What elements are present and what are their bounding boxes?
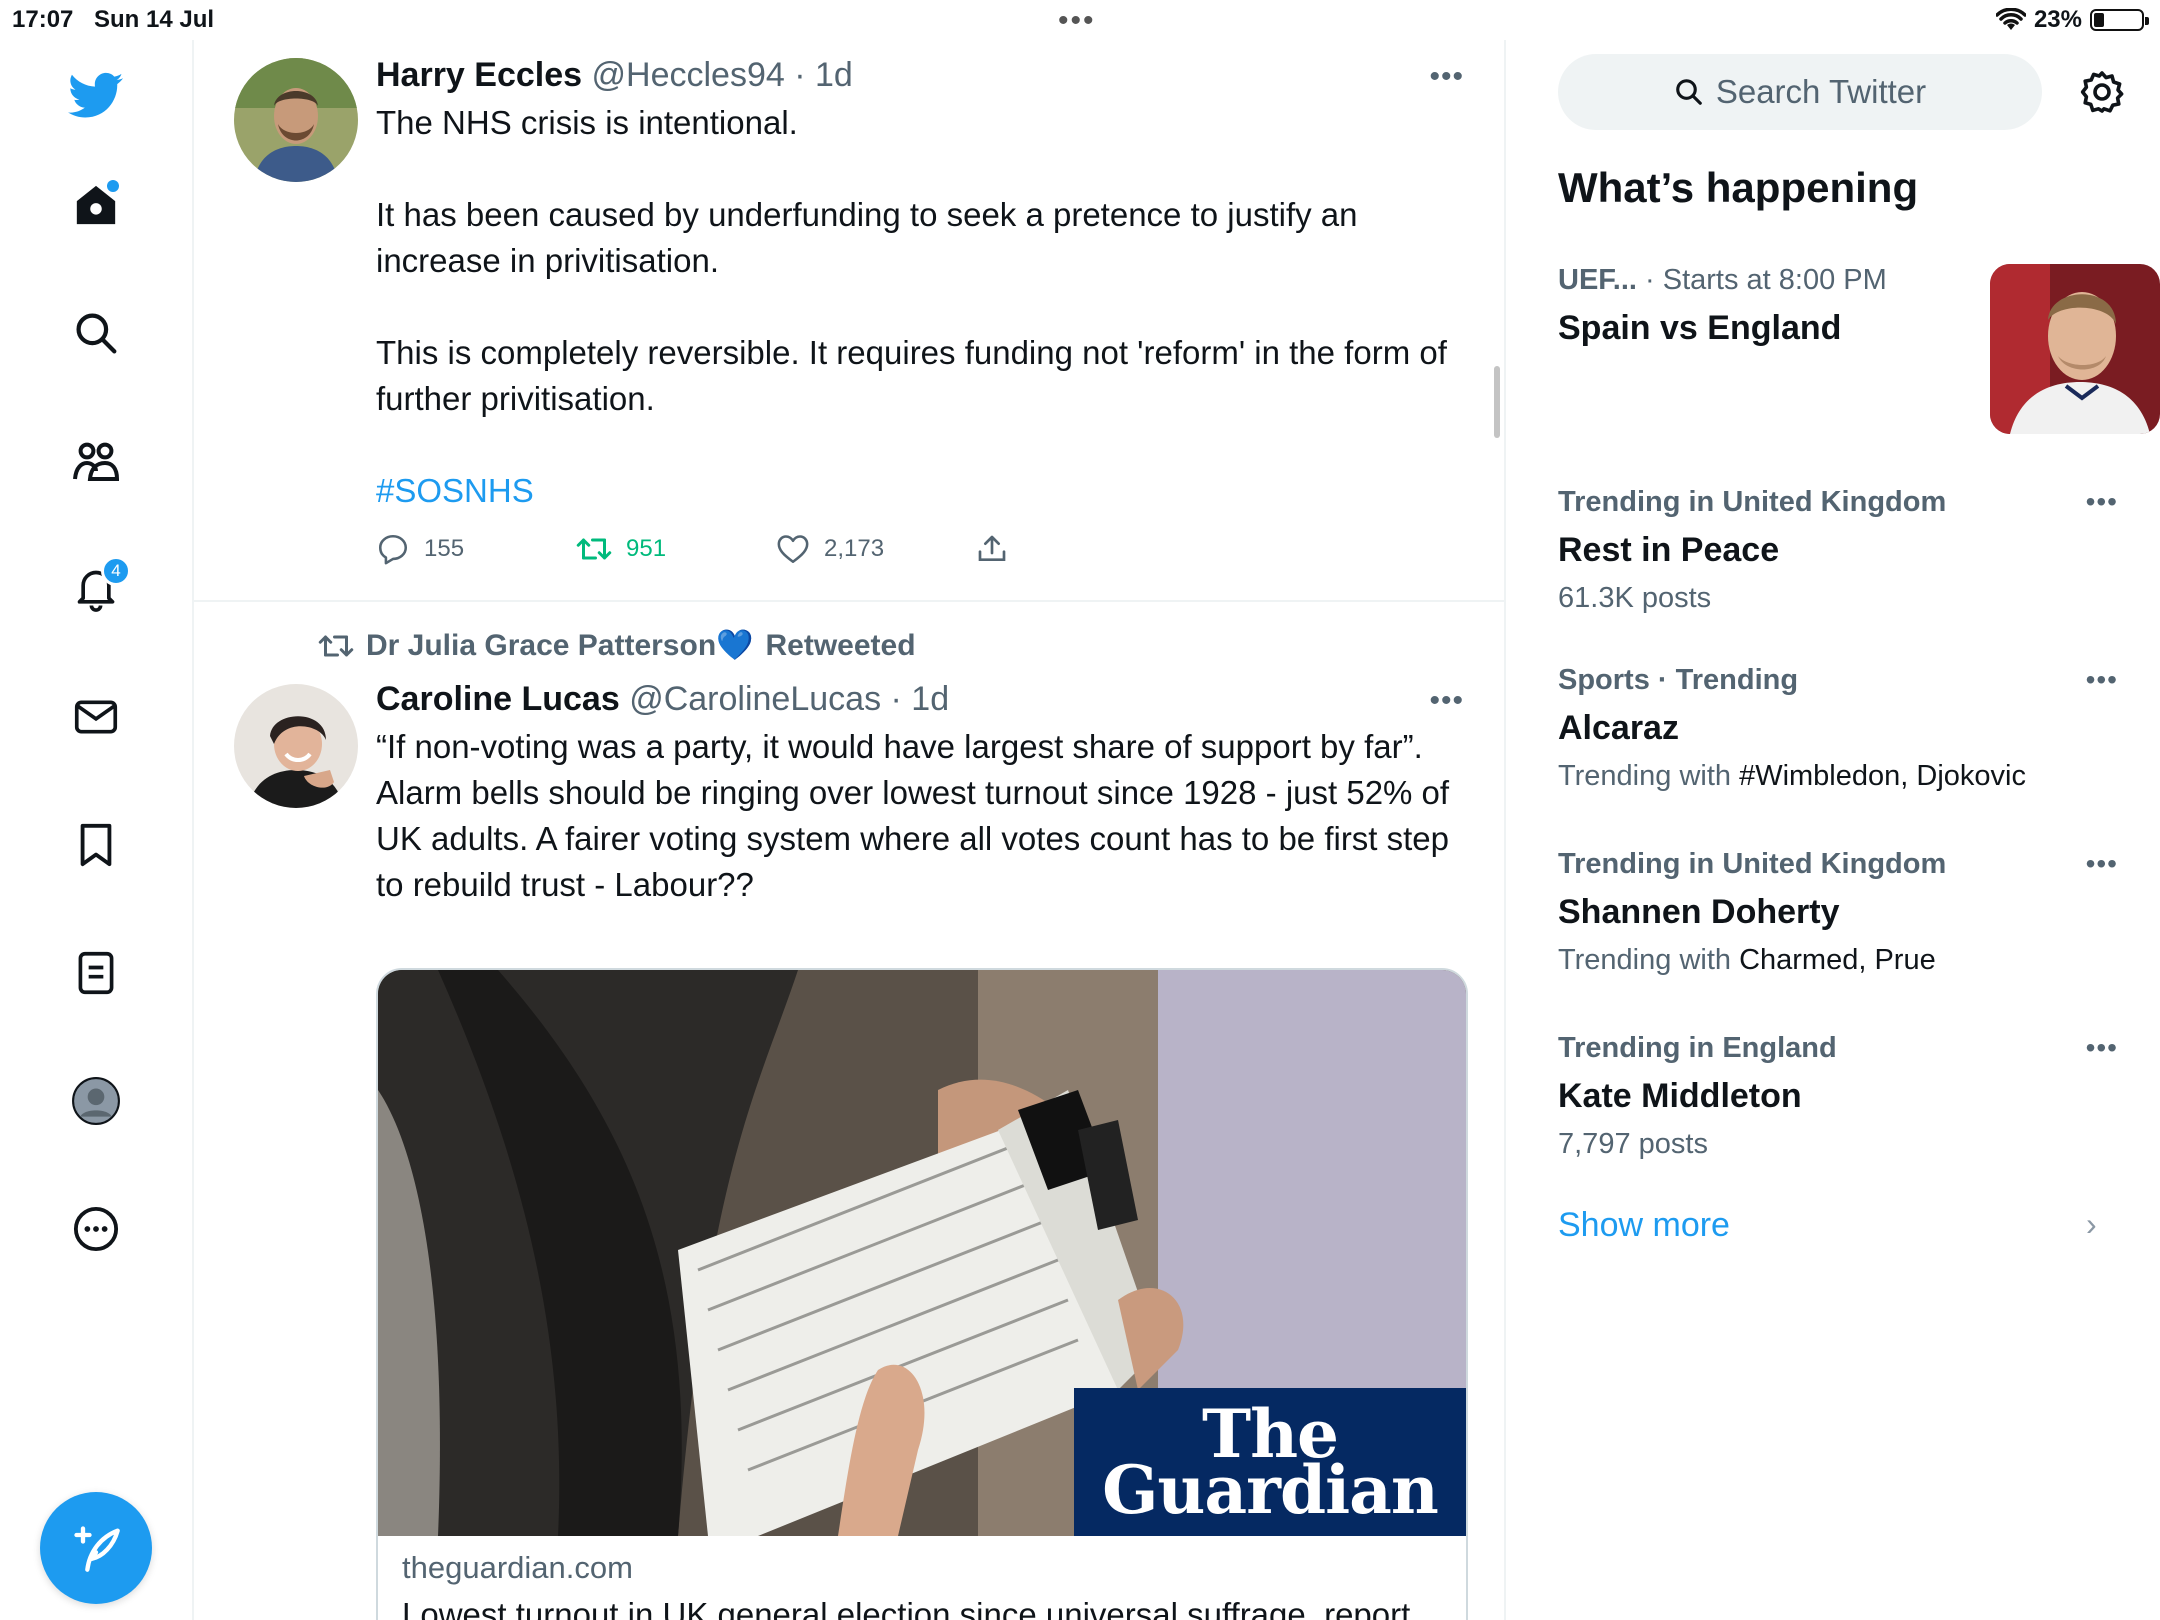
trend-post-count: 7,797 posts (1558, 1128, 1708, 1160)
trend-more-options-icon[interactable]: ••• (2086, 664, 2118, 696)
communities-icon[interactable] (71, 436, 121, 486)
tweet-paragraph: It has been caused by underfunding to se… (376, 196, 1358, 279)
left-nav: 4 (0, 40, 194, 1620)
multitasking-dots-icon[interactable]: ••• (1058, 4, 1096, 38)
more-options-circle-icon[interactable] (71, 1204, 121, 1254)
trend-related-terms: #Wimbledon, Djokovic (1739, 760, 2026, 792)
search-placeholder: Search Twitter (1715, 73, 1927, 110)
tweet-text: “If non-voting was a party, it would hav… (376, 728, 1450, 903)
share-button[interactable] (976, 532, 1176, 566)
retweet-icon (318, 635, 354, 656)
tweet-handle-time[interactable]: @Heccles94 · 1d (592, 56, 853, 94)
like-count: 2,173 (824, 535, 885, 562)
guardian-logo-line: Guardian (1102, 1451, 1439, 1529)
trend-more-options-icon[interactable]: ••• (2086, 1032, 2118, 1064)
settings-gear-icon[interactable] (2078, 68, 2126, 116)
trend-more-options-icon[interactable]: ••• (2086, 486, 2118, 518)
tweet-more-options-icon[interactable]: ••• (1429, 684, 1464, 718)
battery-icon (2090, 9, 2149, 31)
trend-item[interactable]: Trending in United Kingdom Shannen Doher… (1558, 848, 2118, 977)
trend-time: · Starts at 8:00 PM (1636, 264, 1887, 296)
trend-title: Rest in Peace (1558, 531, 1780, 569)
trend-item[interactable]: Trending in United Kingdom Rest in Peace… (1558, 486, 2118, 615)
tweet-text: The NHS crisis is intentional. It has be… (376, 100, 1466, 514)
tweet-paragraph: The NHS crisis is intentional. (376, 104, 798, 141)
messages-envelope-icon[interactable] (71, 692, 121, 742)
guardian-logo: The Guardian (1074, 1388, 1466, 1536)
trend-category: UEF... (1558, 264, 1637, 296)
tweet-paragraph: This is completely reversible. It requir… (376, 334, 1447, 417)
trend-post-count: 61.3K posts (1558, 582, 1712, 614)
avatar[interactable] (234, 684, 358, 808)
retweeted-by-line[interactable]: Dr Julia Grace Patterson💙 Retweeted (318, 628, 916, 663)
retweet-icon (576, 538, 612, 560)
trend-title: Shannen Doherty (1558, 893, 1840, 931)
retweeted-label: Retweeted (765, 628, 916, 662)
tweet-actions: 155 951 2,173 (376, 532, 1176, 566)
lists-icon[interactable] (71, 948, 121, 998)
tweet-divider (194, 600, 1504, 602)
status-date: Sun 14 Jul (94, 6, 215, 33)
battery-percent: 23% (2033, 6, 2082, 33)
status-time: 17:07 (12, 6, 74, 33)
trend-with-label: Trending with (1558, 760, 1740, 792)
whats-happening-heading: What’s happening (1558, 164, 1919, 211)
hashtag-link[interactable]: #SOSNHS (376, 468, 1466, 514)
trend-context: Trending in United Kingdom (1558, 486, 1947, 518)
notifications-count-badge: 4 (101, 556, 131, 586)
retweet-button[interactable]: 951 (576, 532, 776, 566)
show-more-link[interactable]: Show more (1558, 1206, 1730, 1245)
trend-item[interactable]: UEF... · Starts at 8:00 PM Spain vs Engl… (1558, 264, 2160, 434)
reply-bubble-icon (378, 534, 408, 565)
right-sidebar: Search Twitter What’s happening UEF... ·… (1506, 40, 2160, 1620)
timeline-feed[interactable]: Harry Eccles @Heccles94 · 1d ••• The NHS… (194, 40, 1506, 1620)
search-icon[interactable] (71, 308, 121, 358)
trend-thumbnail (1990, 264, 2160, 434)
trend-context: Trending in England (1558, 1032, 1837, 1064)
twitter-logo-icon[interactable] (68, 68, 124, 124)
card-domain: theguardian.com (402, 1550, 633, 1585)
bookmarks-icon[interactable] (71, 820, 121, 870)
share-upload-icon (978, 535, 1006, 561)
tweet-handle-time[interactable]: @CarolineLucas · 1d (629, 680, 949, 718)
notifications-bell-icon[interactable]: 4 (71, 556, 131, 614)
heart-icon (777, 535, 809, 564)
like-button[interactable]: 2,173 (776, 532, 976, 566)
compose-tweet-button[interactable] (40, 1492, 152, 1604)
wifi-icon (1995, 8, 2026, 30)
trend-more-options-icon[interactable]: ••• (2086, 848, 2118, 880)
card-title: Lowest turnout in UK general election si… (402, 1596, 1411, 1620)
trend-item[interactable]: Trending in England Kate Middleton 7,797… (1558, 1032, 2118, 1161)
trend-related-terms: Charmed, Prue (1739, 944, 1936, 976)
tweet-author-name[interactable]: Harry Eccles (376, 56, 582, 94)
home-new-dot (107, 180, 119, 192)
trend-title: Kate Middleton (1558, 1077, 1802, 1115)
profile-avatar-icon[interactable] (71, 1076, 121, 1126)
trend-with-label: Trending with (1558, 944, 1740, 976)
trend-context: Sports · Trending (1558, 664, 1799, 696)
retweeter-name[interactable]: Dr Julia Grace Patterson💙 (366, 628, 754, 663)
search-icon (1676, 79, 1702, 105)
tweet-author-name[interactable]: Caroline Lucas (376, 680, 620, 718)
reply-count: 155 (424, 535, 465, 562)
trend-title: Alcaraz (1558, 709, 1679, 747)
trend-item[interactable]: Sports · Trending Alcaraz Trending with … (1558, 664, 2118, 793)
trend-context: Trending in United Kingdom (1558, 848, 1947, 880)
link-preview-card[interactable]: The Guardian theguardian.com Lowest turn… (376, 968, 1468, 1620)
feather-plus-icon (74, 1526, 120, 1572)
link-preview-image: The Guardian (378, 970, 1466, 1536)
search-input[interactable]: Search Twitter (1558, 54, 2042, 130)
chevron-right-icon[interactable]: › (2086, 1206, 2097, 1243)
reply-button[interactable]: 155 (376, 532, 576, 566)
status-bar: 17:07 Sun 14 Jul ••• 23% (0, 0, 2160, 40)
feed-scrollbar[interactable] (1494, 366, 1500, 438)
retweet-count: 951 (626, 535, 667, 562)
avatar[interactable] (234, 58, 358, 182)
tweet-more-options-icon[interactable]: ••• (1429, 60, 1464, 94)
home-icon[interactable] (71, 180, 121, 230)
